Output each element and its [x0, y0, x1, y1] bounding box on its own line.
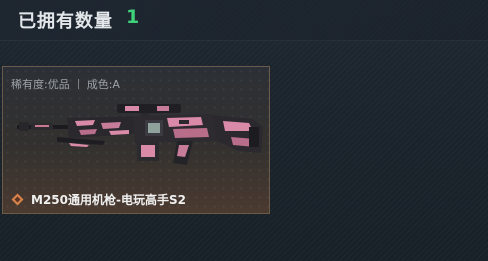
owned-count-value: 1 [126, 6, 140, 28]
rarity-label: 稀有度:优品 [11, 78, 70, 91]
item-name: M250通用机枪-电玩高手S2 [31, 193, 186, 207]
item-card[interactable]: 稀有度:优品 成色:A M250通用机枪-电玩高手S2 [2, 66, 270, 214]
item-meta: 稀有度:优品 成色:A [11, 76, 120, 92]
owned-count-label: 已拥有数量 [18, 11, 113, 32]
weapon-image [17, 104, 263, 165]
header: 已拥有数量 1 [0, 0, 488, 41]
diamond-badge-icon [11, 193, 24, 206]
quality-label: 成色:A [86, 78, 120, 91]
meta-divider [77, 79, 79, 89]
